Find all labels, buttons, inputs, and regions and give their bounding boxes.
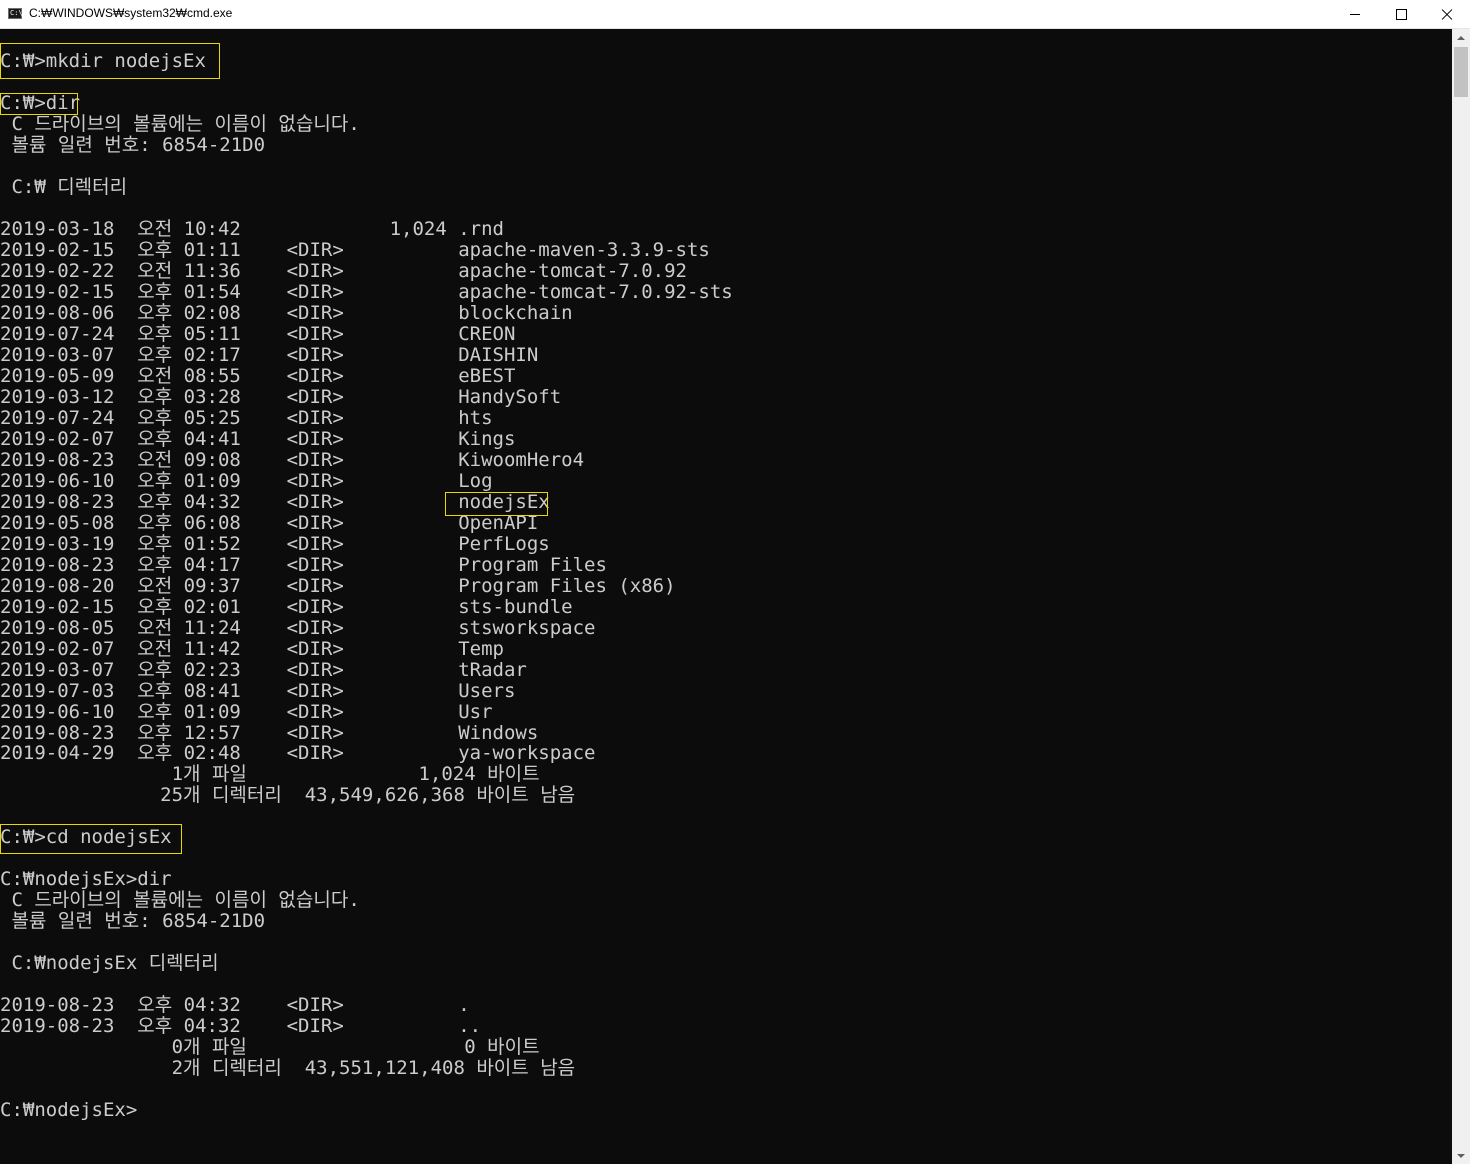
console-line: 2019-04-29 오후 02:48 <DIR> ya-workspace [0, 742, 596, 765]
window-title: C:₩WINDOWS₩system32₩cmd.exe [29, 6, 233, 20]
console-line: 2019-03-19 오후 01:52 <DIR> PerfLogs [0, 532, 550, 555]
console-line: C 드라이브의 볼륨에는 이름이 없습니다. [0, 889, 360, 912]
console-line: 25개 디렉터리 43,549,626,368 바이트 남음 [0, 784, 576, 807]
console-line: 볼륨 일련 번호: 6854-21D0 [0, 133, 266, 156]
console-line: C:₩nodejsEx> [0, 1099, 138, 1122]
scroll-down-button[interactable] [1452, 1147, 1470, 1164]
console-line: 2019-02-15 오후 01:54 <DIR> apache-tomcat-… [0, 280, 733, 303]
console-line: C:₩ 디렉터리 [0, 175, 128, 198]
console-line: 2019-03-07 오후 02:17 <DIR> DAISHIN [0, 343, 539, 366]
console-line: 2019-07-24 오후 05:11 <DIR> CREON [0, 322, 516, 345]
console-line: 2019-08-23 오후 04:32 <DIR> . [0, 994, 470, 1017]
console-line: 2019-03-07 오후 02:23 <DIR> tRadar [0, 658, 527, 681]
console-line: 2019-07-03 오후 08:41 <DIR> Users [0, 679, 516, 702]
console-line: 2019-02-15 오후 02:01 <DIR> sts-bundle [0, 595, 573, 618]
highlight-dir-command [0, 93, 78, 115]
console-line: 2019-08-23 오후 12:57 <DIR> Windows [0, 721, 539, 744]
minimize-icon [1350, 13, 1360, 15]
console-line: 2019-02-22 오전 11:36 <DIR> apache-tomcat-… [0, 259, 687, 282]
console-line: C:₩nodejsEx 디렉터리 [0, 952, 219, 975]
arrow-down-icon [1457, 1153, 1465, 1158]
console-line: 2개 디렉터리 43,551,121,408 바이트 남음 [0, 1057, 576, 1080]
maximize-icon [1395, 8, 1407, 20]
console-line: 1개 파일 1,024 바이트 [0, 763, 540, 786]
console-line: 2019-06-10 오후 01:09 <DIR> Log [0, 469, 493, 492]
console-line: C:₩nodejsEx>dir [0, 868, 172, 891]
console-line: 2019-08-23 오후 04:32 <DIR> nodejsEx [0, 490, 550, 513]
console-line: 2019-08-05 오전 11:24 <DIR> stsworkspace [0, 616, 596, 639]
console-line: C 드라이브의 볼륨에는 이름이 없습니다. [0, 112, 360, 135]
console-line: 2019-08-23 오후 04:17 <DIR> Program Files [0, 553, 607, 576]
console-line: 2019-02-15 오후 01:11 <DIR> apache-maven-3… [0, 238, 710, 261]
console-area[interactable]: C:₩>mkdir nodejsEx C:₩>dir C 드라이브의 볼륨에는 … [0, 29, 1452, 1164]
console-line: 2019-08-23 오후 04:32 <DIR> .. [0, 1015, 482, 1038]
console-line: 2019-03-12 오후 03:28 <DIR> HandySoft [0, 385, 562, 408]
maximize-button[interactable] [1378, 0, 1424, 28]
console-line: 2019-08-20 오전 09:37 <DIR> Program Files … [0, 574, 676, 597]
console-line: 2019-03-18 오전 10:42 1,024 .rnd [0, 217, 504, 240]
title-bar[interactable]: C:\ C:₩WINDOWS₩system32₩cmd.exe [0, 0, 1470, 29]
console-output: C:₩>mkdir nodejsEx C:₩>dir C 드라이브의 볼륨에는 … [0, 51, 733, 1121]
console-line: 2019-08-23 오전 09:08 <DIR> KiwoomHero4 [0, 448, 585, 471]
console-line: 2019-02-07 오후 04:41 <DIR> Kings [0, 427, 516, 450]
console-line: 2019-02-07 오전 11:42 <DIR> Temp [0, 637, 504, 660]
console-line: C:₩>dir [0, 91, 81, 114]
console-line: 2019-05-08 오후 06:08 <DIR> OpenAPI [0, 511, 539, 534]
close-button[interactable] [1424, 0, 1470, 28]
cmd-icon: C:\ [8, 8, 23, 19]
highlight-cd-command [0, 824, 182, 854]
arrow-up-icon [1457, 35, 1465, 40]
console-line: 2019-06-10 오후 01:09 <DIR> Usr [0, 700, 493, 723]
console-line: 2019-05-09 오전 08:55 <DIR> eBEST [0, 364, 516, 387]
highlight-mkdir-command [0, 43, 220, 79]
vertical-scrollbar[interactable] [1452, 29, 1470, 1164]
scrollbar-thumb[interactable] [1454, 47, 1468, 97]
console-line: 2019-07-24 오후 05:25 <DIR> hts [0, 406, 493, 429]
console-line: 0개 파일 0 바이트 [0, 1036, 540, 1059]
highlight-nodejsex-entry [445, 492, 548, 516]
close-icon [1441, 8, 1453, 20]
scroll-up-button[interactable] [1452, 29, 1470, 46]
console-line: 2019-08-06 오후 02:08 <DIR> blockchain [0, 301, 573, 324]
minimize-button[interactable] [1332, 0, 1378, 28]
console-line: 볼륨 일련 번호: 6854-21D0 [0, 910, 266, 933]
